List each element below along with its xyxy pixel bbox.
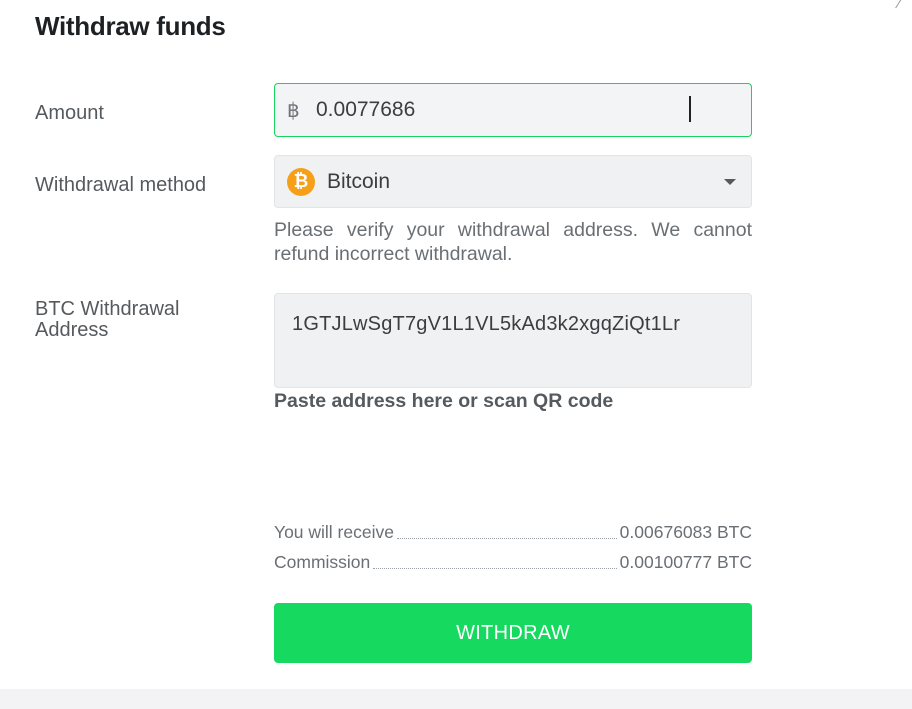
dotted-leader [373, 568, 617, 569]
bitcoin-icon: ₿ [287, 167, 315, 196]
amount-label: Amount [35, 102, 104, 124]
receive-row: You will receive 0.00676083 BTC [274, 521, 752, 543]
chevron-down-icon[interactable] [724, 179, 736, 185]
withdraw-dialog: ⁄ Withdraw funds Amount ฿ Withdrawal met… [0, 0, 912, 709]
commission-label: Commission [274, 552, 371, 572]
withdrawal-method-select[interactable]: ₿ Bitcoin [274, 155, 752, 208]
text-caret [689, 96, 691, 122]
footer-strip [0, 689, 912, 709]
amount-field[interactable]: ฿ [274, 83, 752, 137]
btc-address-value[interactable]: 1GTJLwSgT7gV1L1VL5kAd3k2xgqZiQt1Lr [292, 313, 680, 336]
commission-value: 0.00100777 BTC [619, 552, 752, 572]
receive-label: You will receive [274, 522, 394, 542]
close-icon[interactable]: ⁄ [898, 0, 912, 10]
dotted-leader [396, 538, 617, 539]
commission-row: Commission 0.00100777 BTC [274, 551, 752, 573]
dialog-title: Withdraw funds [35, 11, 226, 41]
withdraw-button[interactable]: WITHDRAW [274, 603, 752, 663]
btc-address-label: BTC Withdrawal Address [35, 298, 180, 341]
address-hint: Paste address here or scan QR code [274, 390, 614, 412]
withdrawal-method-value: Bitcoin [327, 169, 391, 193]
address-warning-text: Please verify your withdrawal address. W… [274, 219, 752, 265]
receive-value: 0.00676083 BTC [619, 522, 752, 542]
btc-address-field[interactable]: 1GTJLwSgT7gV1L1VL5kAd3k2xgqZiQt1Lr [274, 293, 752, 388]
withdrawal-method-label: Withdrawal method [35, 174, 207, 196]
amount-input[interactable] [316, 98, 716, 122]
baht-currency-icon: ฿ [287, 99, 300, 122]
